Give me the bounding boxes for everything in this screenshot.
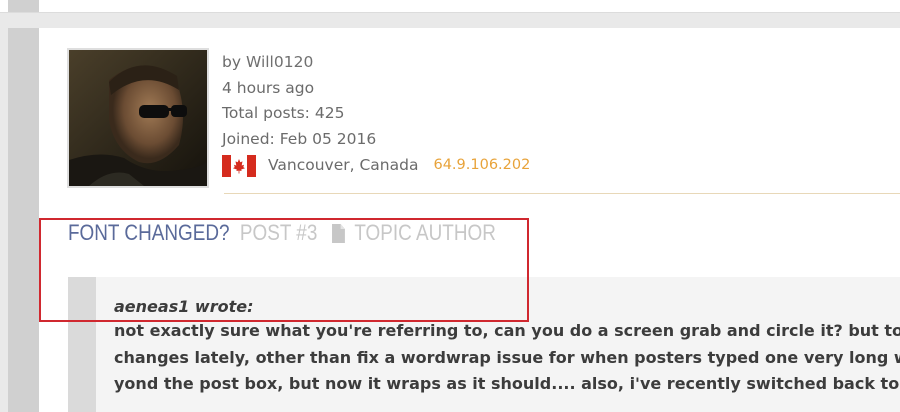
avatar[interactable] xyxy=(67,48,209,188)
quote-line: changes lately, other than fix a wordwra… xyxy=(114,347,900,367)
quote-author: aeneas1 wrote: xyxy=(114,297,254,316)
location-text: Vancouver, Canada xyxy=(268,156,419,174)
previous-post-edge xyxy=(0,0,900,13)
total-posts: Total posts: 425 xyxy=(222,101,530,127)
post-rail xyxy=(8,28,39,412)
topic-author-badge: TOPIC AUTHOR xyxy=(354,220,496,245)
previous-post-rail xyxy=(8,0,39,12)
joined-value: Feb 05 2016 xyxy=(279,129,377,148)
canada-flag-icon xyxy=(222,154,256,177)
author-info: by Will0120 4 hours ago Total posts: 425… xyxy=(222,50,530,179)
post-subject: FONT CHANGED? xyxy=(68,220,230,245)
document-icon xyxy=(331,223,346,244)
post-number-link[interactable]: POST #3 xyxy=(240,220,317,246)
location-line: Vancouver, Canada 64.9.106.202 xyxy=(222,153,530,179)
joined-date: Joined: Feb 05 2016 xyxy=(222,127,530,153)
joined-label: Joined: xyxy=(222,129,275,148)
ip-address-link[interactable]: 64.9.106.202 xyxy=(433,153,530,179)
author-name-link[interactable]: Will0120 xyxy=(246,53,313,71)
total-posts-label: Total posts: xyxy=(222,104,310,122)
author-byline: by Will0120 xyxy=(222,50,530,76)
author-divider xyxy=(224,193,900,194)
quote-block: aeneas1 wrote: not exactly sure what you… xyxy=(68,277,900,412)
post-time: 4 hours ago xyxy=(222,78,315,97)
quote-line: not exactly sure what you're referring t… xyxy=(114,321,900,340)
forum-post: by Will0120 4 hours ago Total posts: 425… xyxy=(8,28,900,412)
by-prefix: by xyxy=(222,53,242,71)
quote-body: not exactly sure what you're referring t… xyxy=(114,318,900,398)
total-posts-value: 425 xyxy=(314,104,345,122)
post-title-row: FONT CHANGED? POST #3 TOPIC AUTHOR xyxy=(68,220,496,246)
quote-line: yond the post box, but now it wraps as i… xyxy=(114,374,900,393)
